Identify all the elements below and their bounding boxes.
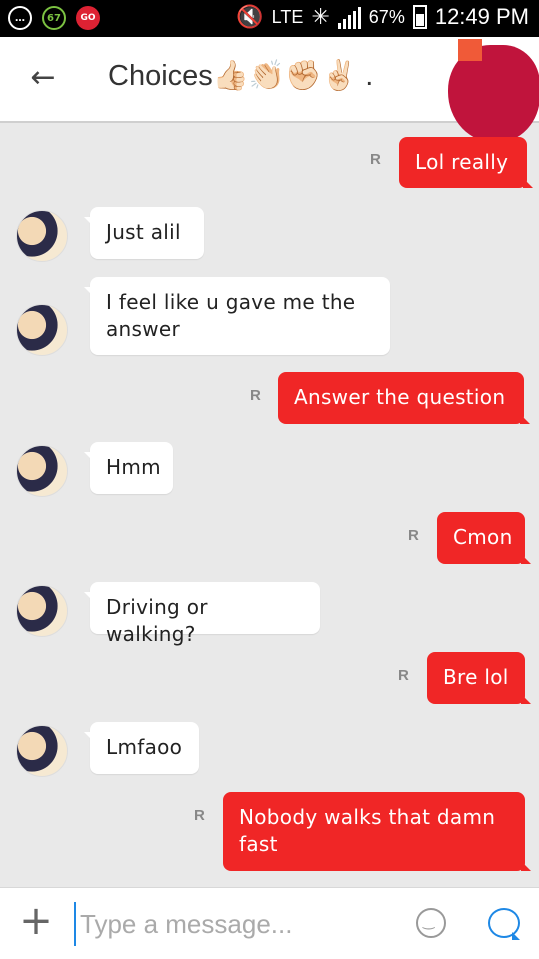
- outgoing-message[interactable]: Cmon: [437, 512, 531, 564]
- conversation-title: Choices👍🏻👏🏻✊🏻✌🏻 .: [108, 60, 374, 92]
- clock: 12:49 PM: [434, 4, 529, 29]
- read-receipt-icon: R: [398, 667, 409, 684]
- contact-avatar[interactable]: [16, 725, 68, 777]
- status-bar: … 67 GO 🔇 LTE ✳ 67% 12:49 PM: [0, 0, 539, 37]
- incoming-message[interactable]: Hmm: [84, 442, 173, 494]
- add-attachment-icon[interactable]: +: [18, 901, 54, 941]
- read-receipt-icon: R: [250, 387, 261, 404]
- badge-count-icon: 67: [42, 6, 66, 30]
- notification-icons: … 67 GO: [8, 6, 100, 30]
- outgoing-message[interactable]: Nobody walks that damn fast: [223, 792, 531, 871]
- outgoing-message[interactable]: Bre lol: [427, 652, 531, 704]
- data-activity-icon: ✳: [311, 4, 330, 29]
- emoji-icon[interactable]: [416, 908, 446, 938]
- read-receipt-icon: R: [194, 807, 205, 824]
- incoming-message[interactable]: Driving or walking?: [84, 582, 320, 646]
- message-notification-icon: …: [8, 6, 32, 30]
- outgoing-message[interactable]: Answer the question: [278, 372, 530, 424]
- network-type: LTE: [271, 6, 304, 27]
- outgoing-message[interactable]: Lol really: [399, 137, 533, 188]
- back-arrow-icon[interactable]: ←: [26, 61, 60, 95]
- incoming-message[interactable]: Just alil: [84, 207, 204, 259]
- muted-volume-icon: 🔇: [236, 4, 264, 29]
- contact-avatar[interactable]: [16, 585, 68, 637]
- message-composer: +: [0, 887, 539, 959]
- system-icons: 🔇 LTE ✳ 67% 12:49 PM: [236, 4, 529, 30]
- contact-avatar[interactable]: [16, 304, 68, 356]
- message-input[interactable]: [74, 902, 402, 946]
- contact-avatar[interactable]: [16, 445, 68, 497]
- go-launcher-icon: GO: [76, 6, 100, 30]
- incoming-message[interactable]: I feel like u gave me the answer: [84, 277, 390, 355]
- send-icon[interactable]: [488, 908, 520, 940]
- conversation-header: ← Choices👍🏻👏🏻✊🏻✌🏻 .: [0, 37, 539, 143]
- read-receipt-icon: R: [370, 151, 381, 168]
- signal-icon: [337, 5, 361, 29]
- battery-percent: 67%: [368, 6, 405, 27]
- message-list[interactable]: R Lol really Just alil I feel like u gav…: [0, 123, 539, 887]
- read-receipt-icon: R: [408, 527, 419, 544]
- battery-charging-icon: [412, 5, 427, 29]
- contact-avatar[interactable]: [16, 210, 68, 262]
- incoming-message[interactable]: Lmfaoo: [84, 722, 199, 774]
